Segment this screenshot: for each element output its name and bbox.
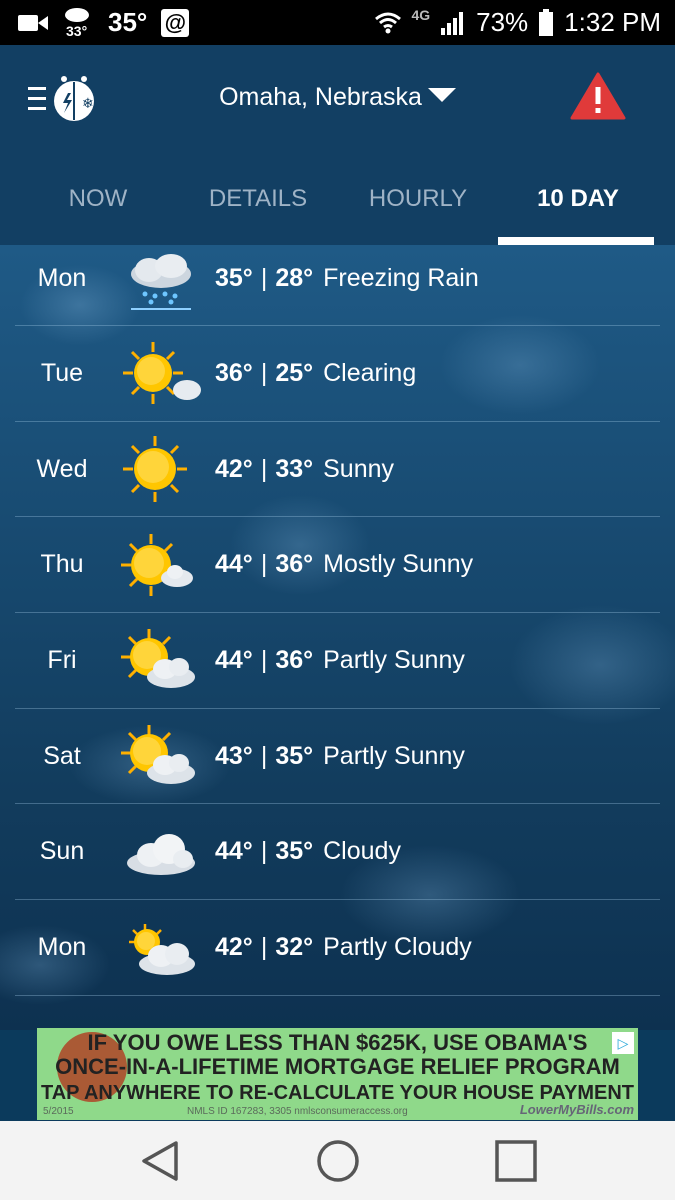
home-icon[interactable] [314,1137,362,1185]
warning-alert-icon[interactable] [570,71,626,121]
forecast-day: Sun [39,837,85,866]
partly-sunny-icon [121,721,201,791]
forecast-row[interactable]: Mon 42° | 32° Partly Cloudy [15,900,660,996]
forecast-condition: Freezing Rain [323,264,479,292]
battery-icon [539,8,554,36]
forecast-temps: 44° | 36° [215,550,314,579]
forecast-condition: Partly Sunny [323,741,465,770]
high-temp: 36° [215,358,253,387]
forecast-day: Sat [43,741,81,770]
forecast-row[interactable]: Sat 43° | 35° Partly Sunny [15,709,660,805]
forecast-list[interactable]: Mon 35° | 28° Freezing Rain Tue 36° | 25° Cl… [15,254,660,1026]
partly-cloudy-icon [121,912,201,982]
forecast-row[interactable]: Wed 42° | 33° Sunny [15,422,660,518]
forecast-condition: Cloudy [323,837,401,866]
chevron-down-icon [427,88,456,103]
ad-brand: LowerMyBills.com [519,1102,634,1117]
wifi-icon [375,12,402,33]
at-sign-icon: @ [161,8,190,37]
forecast-day: Wed [36,454,88,483]
status-temperature: 35° [108,7,148,37]
high-temp: 42° [215,932,253,961]
freezing-rain-icon [121,252,201,314]
low-temp: 36° [275,550,314,579]
video-camera-icon [18,14,48,31]
ad-banner[interactable]: IF YOU OWE LESS THAN $625K, USE OBAMA'S … [37,1028,638,1120]
forecast-row[interactable]: Mon 35° | 28° Freezing Rain [15,254,660,326]
back-icon[interactable] [136,1137,184,1185]
forecast-temps: 43° | 35° [215,741,314,770]
forecast-temps: 44° | 35° [215,837,314,866]
network-type: 4G [411,6,431,23]
forecast-temps: 42° | 32° [215,932,314,961]
low-temp: 33° [275,454,314,483]
high-temp: 44° [215,837,253,866]
forecast-day: Mon [37,932,87,961]
ad-fine-date: 5/2015 [43,1106,74,1117]
high-temp: 44° [215,645,253,674]
forecast-day: Tue [40,358,84,387]
forecast-temps: 44° | 36° [215,645,314,674]
cloudy-icon [121,817,201,887]
forecast-row-partial [15,996,660,1026]
forecast-row[interactable]: Fri 44° | 36° Partly Sunny [15,613,660,709]
forecast-row[interactable]: Tue 36° | 25° Clearing [15,326,660,422]
ad-line-2: ONCE-IN-A-LIFETIME MORTGAGE RELIEF PROGR… [55,1054,620,1079]
forecast-day: Fri [47,645,77,674]
forecast-temps: 35° | 28° [215,264,314,292]
navigation-bar [0,1121,675,1200]
partly-sunny-icon [121,625,201,695]
high-temp: 44° [215,550,253,579]
mostly-sunny-icon [121,530,201,600]
forecast-temps: 36° | 25° [215,358,314,387]
low-temp: 25° [275,358,314,387]
status-temp-small: 33° [66,22,88,39]
sunny-icon [121,434,201,504]
low-temp: 28° [275,264,314,292]
location-name: Omaha, Nebraska [219,83,422,111]
forecast-condition: Clearing [323,358,417,387]
high-temp: 35° [215,264,253,292]
high-temp: 42° [215,454,253,483]
signal-icon [441,11,464,35]
forecast-condition: Mostly Sunny [323,550,474,579]
tab-details[interactable]: DETAILS [178,173,338,245]
ad-line-1: IF YOU OWE LESS THAN $625K, USE OBAMA'S [87,1030,588,1055]
low-temp: 35° [275,741,314,770]
forecast-condition: Partly Sunny [323,645,465,674]
ad-choices-icon[interactable]: ▷ [612,1032,634,1054]
clearing-icon [121,338,201,408]
forecast-day: Thu [40,550,84,579]
forecast-condition: Partly Cloudy [323,932,472,961]
status-bar: 33° 35° @ 4G 73% 1:32 PM [0,0,675,45]
battery-percent: 73% [476,7,529,37]
low-temp: 32° [275,932,314,961]
clock: 1:32 PM [564,7,661,37]
tab-bar: NOW DETAILS HOURLY 10 DAY [0,173,675,245]
forecast-temps: 42° | 33° [215,454,314,483]
low-temp: 35° [275,837,314,866]
high-temp: 43° [215,741,253,770]
recent-apps-icon[interactable] [492,1137,540,1185]
app-header: ❄ Omaha, Nebraska NOW DETAILS HOURLY 10 … [0,45,675,245]
forecast-condition: Sunny [323,454,395,483]
forecast-row[interactable]: Sun 44° | 35° Cloudy [15,804,660,901]
tab-hourly[interactable]: HOURLY [338,173,498,245]
forecast-row[interactable]: Thu 44° | 36° Mostly Sunny [15,517,660,614]
tab-10-day[interactable]: 10 DAY [498,173,658,245]
weather-status-icon: 33° [62,5,94,41]
low-temp: 36° [275,645,314,674]
ad-fine-print: NMLS ID 167283, 3305 nmlsconsumeraccess.… [187,1106,408,1117]
forecast-day: Mon [37,264,87,292]
tab-now[interactable]: NOW [18,173,178,245]
